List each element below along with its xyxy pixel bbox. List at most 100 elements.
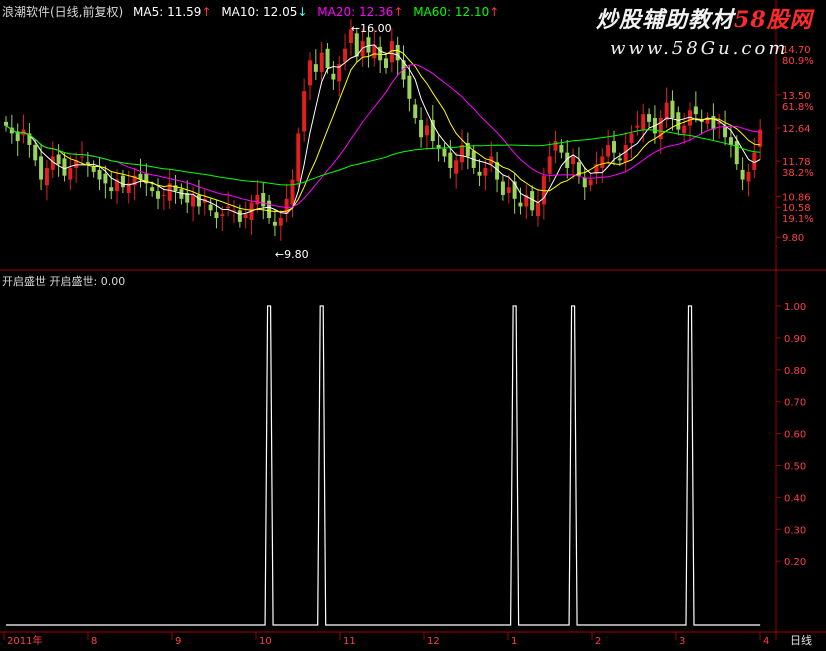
- candle-body: [243, 214, 248, 218]
- ma5-label: MA5: 11.59↑: [133, 5, 212, 19]
- indicator-header: 开启盛世 开启盛世: 0.00: [2, 273, 125, 289]
- candle-body: [547, 156, 552, 174]
- indicator-tick-label: 1.00: [784, 302, 806, 313]
- candle-body: [571, 156, 576, 165]
- ma60-label: MA60: 12.10↑: [413, 5, 500, 19]
- candle-body: [629, 133, 634, 143]
- candle-body: [208, 204, 213, 211]
- candle-body: [617, 158, 622, 161]
- indicator-line: [6, 305, 761, 626]
- candle-body: [419, 119, 424, 138]
- indicator-title: 开启盛世: [2, 275, 46, 288]
- price-tick-label: 13.50: [782, 91, 811, 102]
- candle-body: [237, 210, 242, 222]
- candle-body: [500, 181, 505, 195]
- candle-body: [220, 214, 225, 217]
- date-tick-label: 8: [91, 636, 97, 647]
- watermark-line2: www.58Gu.com: [610, 38, 789, 59]
- indicator-series: [6, 305, 761, 626]
- indicator-tick-label: 0.40: [784, 493, 806, 504]
- candle-body: [156, 191, 160, 199]
- candle-body: [278, 218, 283, 226]
- chart-frame: [0, 0, 826, 640]
- candle-body: [553, 141, 558, 151]
- candle-body: [676, 112, 681, 130]
- date-tick-label: 3: [679, 636, 685, 647]
- moving-average-lines: [5, 44, 761, 215]
- candle-body: [746, 171, 751, 182]
- candle-body: [290, 179, 295, 205]
- candle-body: [734, 141, 739, 165]
- candle-body: [442, 148, 447, 157]
- candle-body: [354, 33, 359, 57]
- arrow-up-icon: ↑: [489, 5, 500, 19]
- indicator-tick-label: 0.30: [784, 525, 806, 536]
- indicator-value: 开启盛世: 0.00: [49, 275, 126, 288]
- candle-body: [413, 104, 418, 118]
- ma10-label: MA10: 12.05↓: [221, 5, 308, 19]
- candle-body: [325, 48, 330, 68]
- candle-body: [454, 160, 459, 174]
- candle-body: [682, 125, 687, 134]
- candle-body: [308, 60, 312, 86]
- candle-body: [109, 187, 114, 192]
- candle-body: [424, 125, 429, 136]
- candle-body: [536, 202, 540, 217]
- candle-body: [477, 171, 482, 176]
- candle-body: [85, 162, 90, 165]
- candle-body: [483, 168, 488, 176]
- date-tick-label: 12: [427, 636, 440, 647]
- arrow-up-icon: ↑: [201, 5, 212, 19]
- candle-body: [664, 102, 669, 120]
- indicator-tick-label: 0.20: [784, 557, 806, 568]
- high-price-label: ←16.00: [351, 22, 392, 35]
- candle-body: [384, 58, 388, 68]
- candle-body: [272, 221, 277, 226]
- stock-chart: 14.7080.9%13.5061.8%12.6411.7838.2%10.86…: [0, 0, 826, 647]
- candle-body: [161, 194, 166, 196]
- candle-body: [740, 169, 745, 180]
- date-tick-label: 4: [763, 636, 769, 647]
- candle-body: [711, 116, 716, 130]
- candle-body: [641, 114, 646, 130]
- candle-body: [395, 44, 400, 61]
- candle-body: [44, 168, 49, 186]
- candle-body: [255, 194, 260, 205]
- candle-body: [635, 125, 640, 128]
- candle-body: [612, 141, 616, 153]
- candle-body: [752, 152, 757, 170]
- indicator-tick-label: 0.90: [784, 334, 806, 345]
- candle-body: [331, 73, 336, 80]
- stock-title: 浪潮软件(日线,前复权): [2, 5, 124, 19]
- candle-body: [647, 114, 652, 122]
- date-tick-label: 9: [175, 636, 181, 647]
- candle-body: [582, 177, 587, 188]
- date-tick-label: 1: [511, 636, 517, 647]
- candle-body: [296, 133, 301, 182]
- ma60-line: [5, 125, 761, 186]
- candle-body: [103, 173, 108, 184]
- candle-body: [407, 75, 412, 99]
- candle-body: [366, 37, 371, 53]
- indicator-tick-label: 0.80: [784, 366, 806, 377]
- fib-tick-label: 61.8%: [782, 102, 814, 113]
- candle-body: [80, 156, 84, 158]
- ma20-label: MA20: 12.36↑: [317, 5, 404, 19]
- price-tick-label: 10.86: [782, 192, 811, 203]
- candle-body: [588, 179, 593, 186]
- candle-body: [623, 144, 628, 163]
- candle-body: [191, 194, 196, 207]
- fib-tick-label: 38.2%: [782, 168, 814, 179]
- candle-body: [319, 52, 324, 72]
- date-tick-label: 2011年: [7, 634, 42, 647]
- candle-body: [68, 168, 73, 180]
- candle-body: [4, 121, 8, 126]
- candle-body: [302, 91, 307, 132]
- candle-body: [120, 175, 125, 188]
- candle-body: [261, 193, 266, 207]
- candle-body: [600, 156, 605, 168]
- candle-body: [343, 48, 348, 63]
- candle-body: [150, 187, 155, 192]
- indicator-tick-label: 0.60: [784, 430, 806, 441]
- price-tick-label: 9.80: [782, 233, 804, 244]
